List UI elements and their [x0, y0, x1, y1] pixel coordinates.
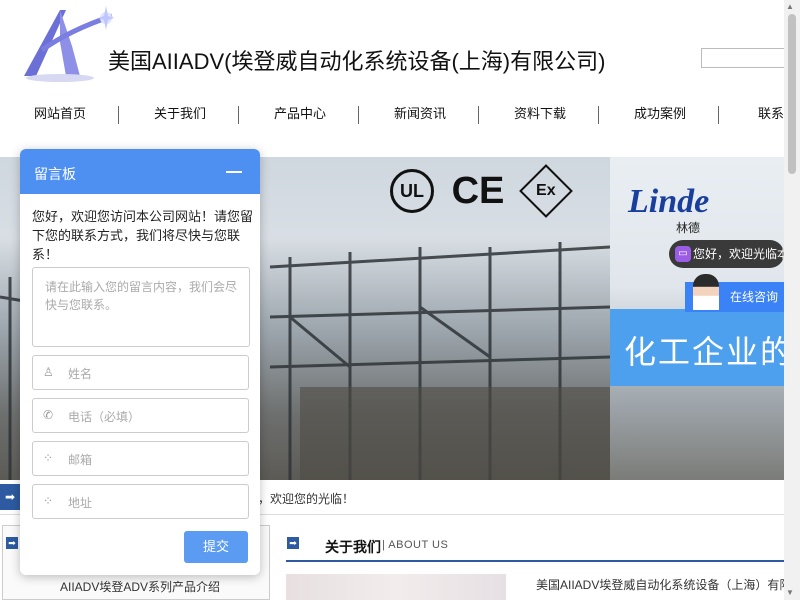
message-panel: 留言板 您好，欢迎您访问本公司网站！请您留下您的联系方式，我们将尽快与您联系！ … [20, 149, 260, 575]
nav-divider [478, 106, 479, 124]
ex-cert-badge: Ex [519, 164, 573, 218]
linde-cn-label: 林德 [676, 221, 701, 235]
phone-field[interactable]: ✆ 电话（必填） [32, 398, 249, 433]
email-field-placeholder: 邮箱 [68, 453, 93, 467]
phone-icon: ✆ [43, 408, 54, 422]
message-panel-title: 留言板 [34, 166, 76, 182]
left-product-link[interactable]: AIIADV埃登ADV系列产品介绍 [60, 578, 220, 595]
nav-item-contact[interactable]: 联系 [720, 98, 784, 132]
grid-icon: ⁘ [43, 451, 54, 465]
online-consult-button[interactable]: 在线咨询 [685, 274, 784, 312]
ul-cert-label: UL [390, 169, 434, 213]
ul-cert-badge: UL [388, 169, 436, 213]
nav-item-about[interactable]: 关于我们 [120, 98, 240, 132]
nav-divider [118, 106, 119, 124]
nav-item-downloads[interactable]: 资料下载 [480, 98, 600, 132]
address-field-placeholder: 地址 [68, 496, 93, 510]
nav-item-products[interactable]: 产品中心 [240, 98, 360, 132]
site-header: 美国AIIADV(埃登威自动化系统设备(上海)有限公司) [0, 0, 786, 90]
grid-icon: ⁘ [43, 494, 54, 508]
about-text: 美国AIIADV埃登威自动化系统设备（上海）有限公司，是一家集研发、生产 [536, 578, 784, 592]
address-field[interactable]: ⁘ 地址 [32, 484, 249, 519]
search-input[interactable] [701, 48, 786, 68]
submit-button[interactable]: 提交 [184, 531, 248, 563]
minimize-icon[interactable] [226, 171, 242, 173]
nav-divider [598, 106, 599, 124]
agent-avatar-icon [693, 274, 719, 310]
name-field[interactable]: ♙ 姓名 [32, 355, 249, 390]
ex-cert-frame: Ex [519, 164, 573, 218]
name-field-placeholder: 姓名 [68, 367, 93, 381]
user-icon: ♙ [43, 365, 54, 379]
nav-divider [238, 106, 239, 124]
email-field[interactable]: ⁘ 邮箱 [32, 441, 249, 476]
phone-field-placeholder: 电话（必填） [68, 410, 141, 424]
scroll-down-icon[interactable]: ▼ [786, 588, 794, 597]
scroll-up-icon[interactable]: ▲ [786, 2, 794, 11]
left-section-arrow-icon: ➡ [6, 537, 18, 549]
chat-greeting-text: 您好，欢迎光临本公司网站！ [693, 247, 784, 261]
ex-cert-label: Ex [536, 181, 556, 199]
linde-logo: Linde [628, 183, 710, 220]
nav-item-cases[interactable]: 成功案例 [600, 98, 720, 132]
online-consult-label: 在线咨询 [730, 290, 779, 304]
scrollbar-thumb[interactable] [788, 14, 796, 174]
ticker-text: ，欢迎您的光临！ [258, 492, 355, 506]
about-arrow-icon: ➡ [287, 537, 299, 549]
about-image [286, 574, 506, 600]
company-title: 美国AIIADV(埃登威自动化系统设备(上海)有限公司) [108, 49, 606, 74]
chat-icon: ▭ [675, 246, 691, 262]
ce-cert-badge: CE [451, 169, 505, 212]
message-content-input[interactable]: 请在此输入您的留言内容，我们会尽快与您联系。 [32, 267, 250, 347]
about-divider [286, 560, 784, 562]
ticker-arrow-icon: ➡ [0, 484, 20, 510]
about-subtitle: | ABOUT US [382, 539, 449, 551]
about-title: 关于我们 [325, 539, 381, 555]
chat-greeting-bubble[interactable]: ▭ 您好，欢迎光临本公司网站！ [669, 240, 784, 268]
nav-divider [358, 106, 359, 124]
nav-divider [718, 106, 719, 124]
company-logo[interactable] [20, 6, 114, 84]
nav-item-news[interactable]: 新闻资讯 [360, 98, 480, 132]
banner-band-text: 化工企业的 [624, 334, 784, 370]
main-nav: 网站首页 关于我们 产品中心 新闻资讯 资料下载 成功案例 联系 [0, 98, 784, 132]
nav-item-home[interactable]: 网站首页 [0, 98, 120, 132]
message-panel-intro: 您好，欢迎您访问本公司网站！请您留下您的联系方式，我们将尽快与您联系！ [32, 209, 254, 262]
